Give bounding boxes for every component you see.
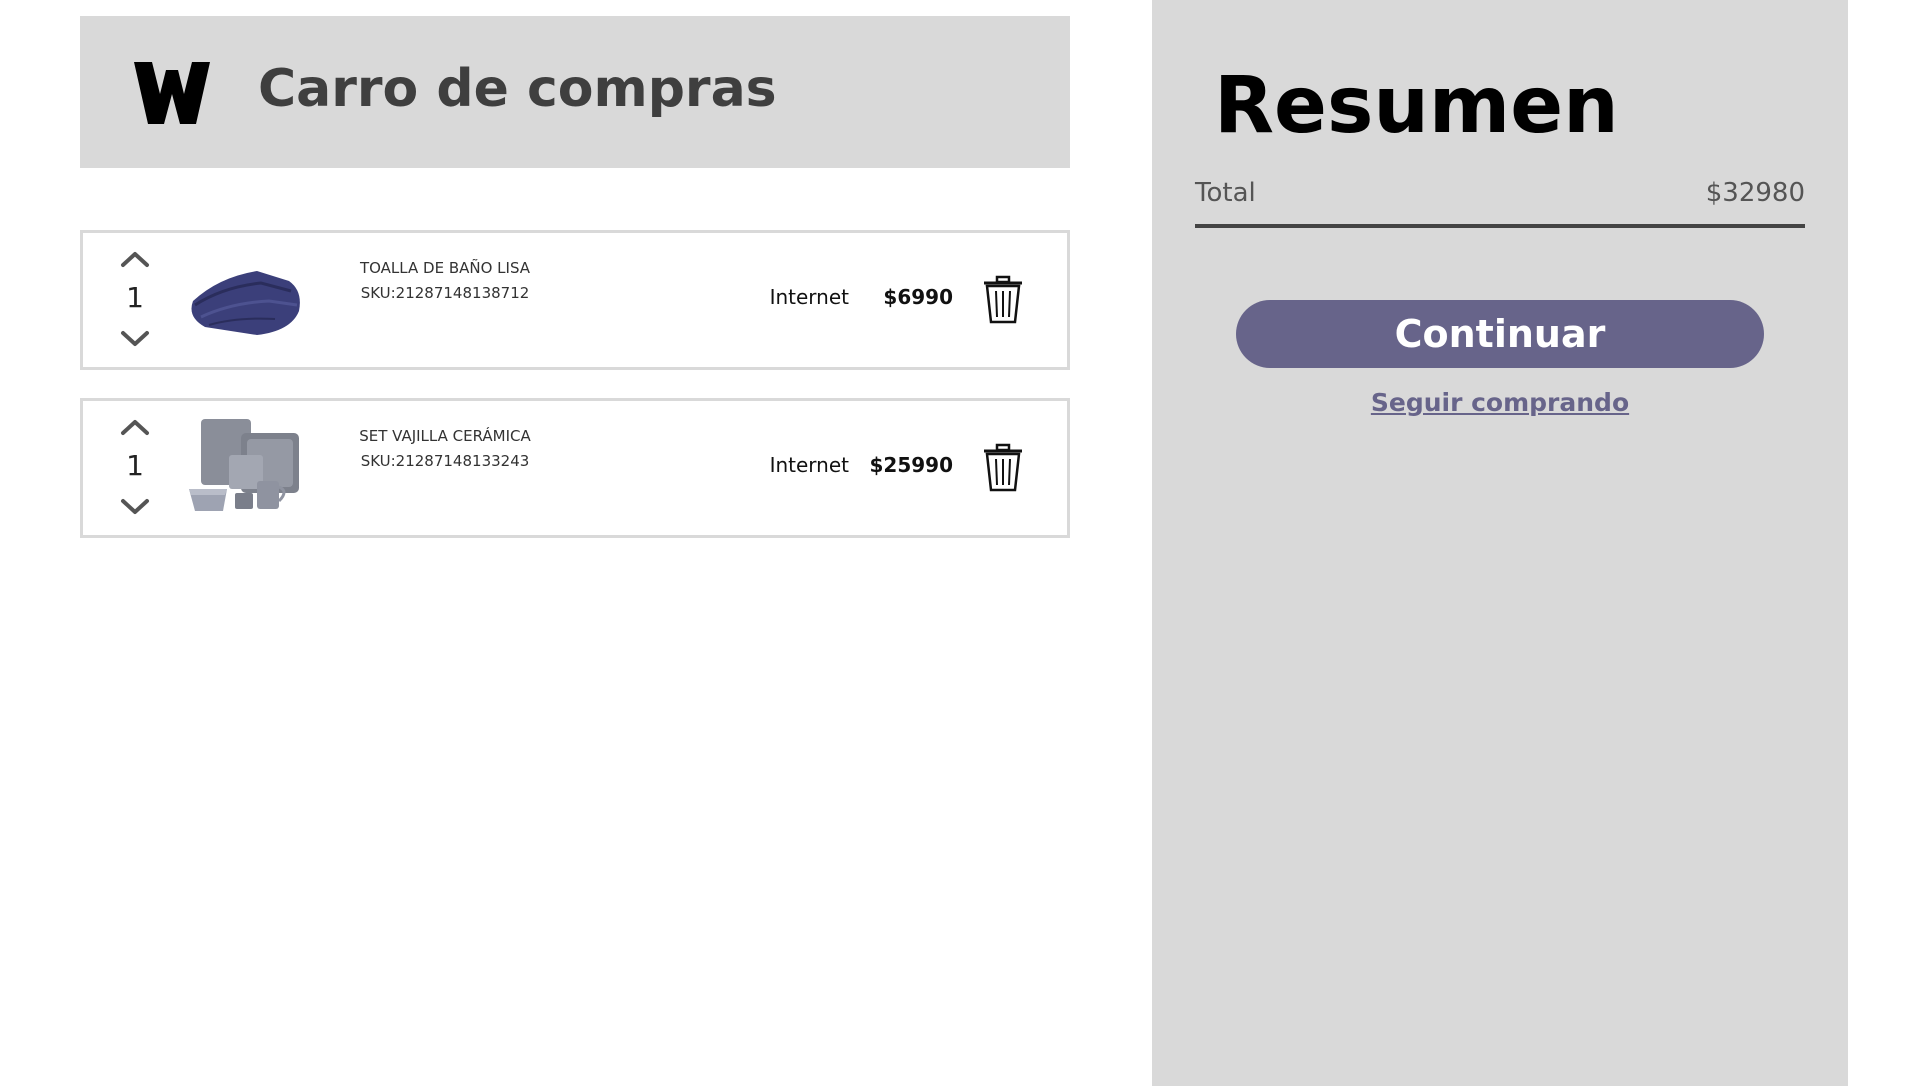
product-image-towel <box>191 271 300 335</box>
cart-item: 1 TOALLA DE BAÑO LISA SKU:21287148138712… <box>80 230 1070 370</box>
quantity-value: 1 <box>126 281 144 314</box>
total-label: Total <box>1195 178 1256 208</box>
product-price: $25990 <box>869 453 954 477</box>
header-bar: Carro de compras <box>80 16 1070 168</box>
w-logo-icon[interactable] <box>132 60 212 126</box>
chevron-up-icon[interactable] <box>119 417 151 437</box>
continue-button[interactable]: Continuar <box>1236 300 1764 368</box>
chevron-down-icon[interactable] <box>119 329 151 349</box>
summary-title: Resumen <box>1214 61 1619 151</box>
trash-icon[interactable] <box>981 275 1025 325</box>
product-name: SET VAJILLA CERÁMICA <box>359 427 531 445</box>
total-divider <box>1195 224 1805 228</box>
product-sku: SKU:21287148133243 <box>360 452 530 470</box>
sales-channel: Internet <box>769 453 849 477</box>
product-sku: SKU:21287148138712 <box>360 284 530 302</box>
keep-shopping-link[interactable]: Seguir comprando <box>1236 388 1764 417</box>
product-name: TOALLA DE BAÑO LISA <box>359 259 531 277</box>
chevron-up-icon[interactable] <box>119 249 151 269</box>
quantity-value: 1 <box>126 449 144 482</box>
product-price: $6990 <box>883 285 953 309</box>
product-image-dish-set <box>189 419 299 511</box>
total-value: $32980 <box>1705 178 1805 208</box>
cart-item: 1 SET VAJILLA CERÁMICA SKU:2128714813324… <box>80 398 1070 538</box>
page-title: Carro de compras <box>258 59 777 119</box>
summary-panel: Resumen Total $32980 Continuar Seguir co… <box>1152 0 1848 1086</box>
sales-channel: Internet <box>769 285 849 309</box>
chevron-down-icon[interactable] <box>119 497 151 517</box>
trash-icon[interactable] <box>981 443 1025 493</box>
